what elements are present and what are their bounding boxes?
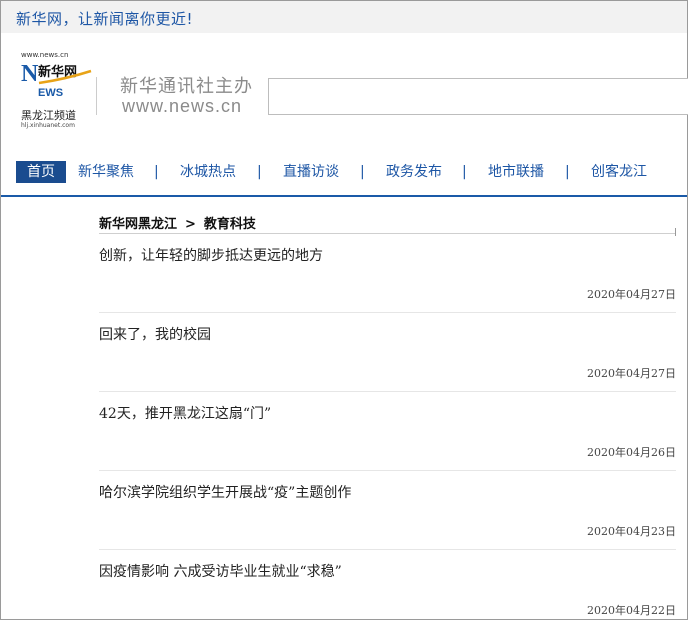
article-title-link[interactable]: 因疫情影响 六成受访毕业生就业“求稳” xyxy=(99,561,342,581)
logo-url: www.news.cn xyxy=(21,51,69,59)
nav-separator: | xyxy=(154,164,159,180)
header-divider xyxy=(96,77,97,115)
site-header: www.news.cn N 新华网 EWS 黑龙江频道 hlj.xinhuane… xyxy=(1,33,688,155)
list-item: 哈尔滨学院组织学生开展战“疫”主题创作 2020年04月23日 xyxy=(99,471,676,550)
nav-separator: | xyxy=(360,164,365,180)
breadcrumb-section[interactable]: 教育科技 xyxy=(204,213,256,232)
list-item: 创新，让年轻的脚步抵达更远的地方 2020年04月27日 xyxy=(99,234,676,313)
main-nav: 首页 新华聚焦 | 冰城热点 | 直播访谈 | 政务发布 | 地市联播 | 创客… xyxy=(1,155,687,197)
breadcrumb-home[interactable]: 新华网黑龙江 xyxy=(99,213,177,232)
article-date: 2020年04月27日 xyxy=(587,288,676,301)
article-title-link[interactable]: 哈尔滨学院组织学生开展战“疫”主题创作 xyxy=(99,482,351,502)
svg-text:EWS: EWS xyxy=(38,87,63,99)
nav-item-government[interactable]: 政务发布 xyxy=(386,161,442,183)
search-input[interactable] xyxy=(268,78,688,115)
nav-item-hotspots[interactable]: 冰城热点 xyxy=(180,161,236,183)
nav-separator: | xyxy=(462,164,467,180)
article-date: 2020年04月26日 xyxy=(587,446,676,459)
article-title-link[interactable]: 创新，让年轻的脚步抵达更远的地方 xyxy=(99,245,323,265)
site-url-text: www.news.cn xyxy=(122,96,243,116)
slogan-link[interactable]: 新华网，让新闻离你更近! xyxy=(16,8,193,29)
breadcrumb: 新华网黑龙江 > 教育科技 xyxy=(99,213,256,232)
nav-item-focus[interactable]: 新华聚焦 xyxy=(78,161,134,183)
nav-item-cities[interactable]: 地市联播 xyxy=(488,161,544,183)
list-item: 因疫情影响 六成受访毕业生就业“求稳” 2020年04月22日 xyxy=(99,550,676,620)
svg-text:N: N xyxy=(21,61,39,87)
channel-url: hlj.xinhuanet.com xyxy=(21,122,75,129)
article-list: 创新，让年轻的脚步抵达更远的地方 2020年04月27日 回来了，我的校园 20… xyxy=(99,234,676,620)
site-logo[interactable]: www.news.cn N 新华网 EWS 黑龙江频道 hlj.xinhuane… xyxy=(21,51,101,131)
nav-item-maker[interactable]: 创客龙江 xyxy=(591,161,647,183)
top-bar: 新华网，让新闻离你更近! xyxy=(1,1,687,33)
article-date: 2020年04月22日 xyxy=(587,604,676,617)
organizer-text: 新华通讯社主办 xyxy=(120,76,253,97)
list-item: 42天，推开黑龙江这扇“门” 2020年04月26日 xyxy=(99,392,676,471)
article-date: 2020年04月23日 xyxy=(587,525,676,538)
article-date: 2020年04月27日 xyxy=(587,367,676,380)
xinhua-logo-icon: N 新华网 EWS xyxy=(21,61,92,99)
list-item: 回来了，我的校园 2020年04月27日 xyxy=(99,313,676,392)
article-title-link[interactable]: 42天，推开黑龙江这扇“门” xyxy=(99,403,271,423)
nav-item-home[interactable]: 首页 xyxy=(16,161,66,183)
nav-separator: | xyxy=(257,164,262,180)
channel-name: 黑龙江频道 xyxy=(21,109,76,122)
breadcrumb-arrow: > xyxy=(185,217,196,232)
nav-underline xyxy=(1,195,687,197)
nav-separator: | xyxy=(565,164,570,180)
article-title-link[interactable]: 回来了，我的校园 xyxy=(99,324,211,344)
nav-item-interviews[interactable]: 直播访谈 xyxy=(283,161,339,183)
